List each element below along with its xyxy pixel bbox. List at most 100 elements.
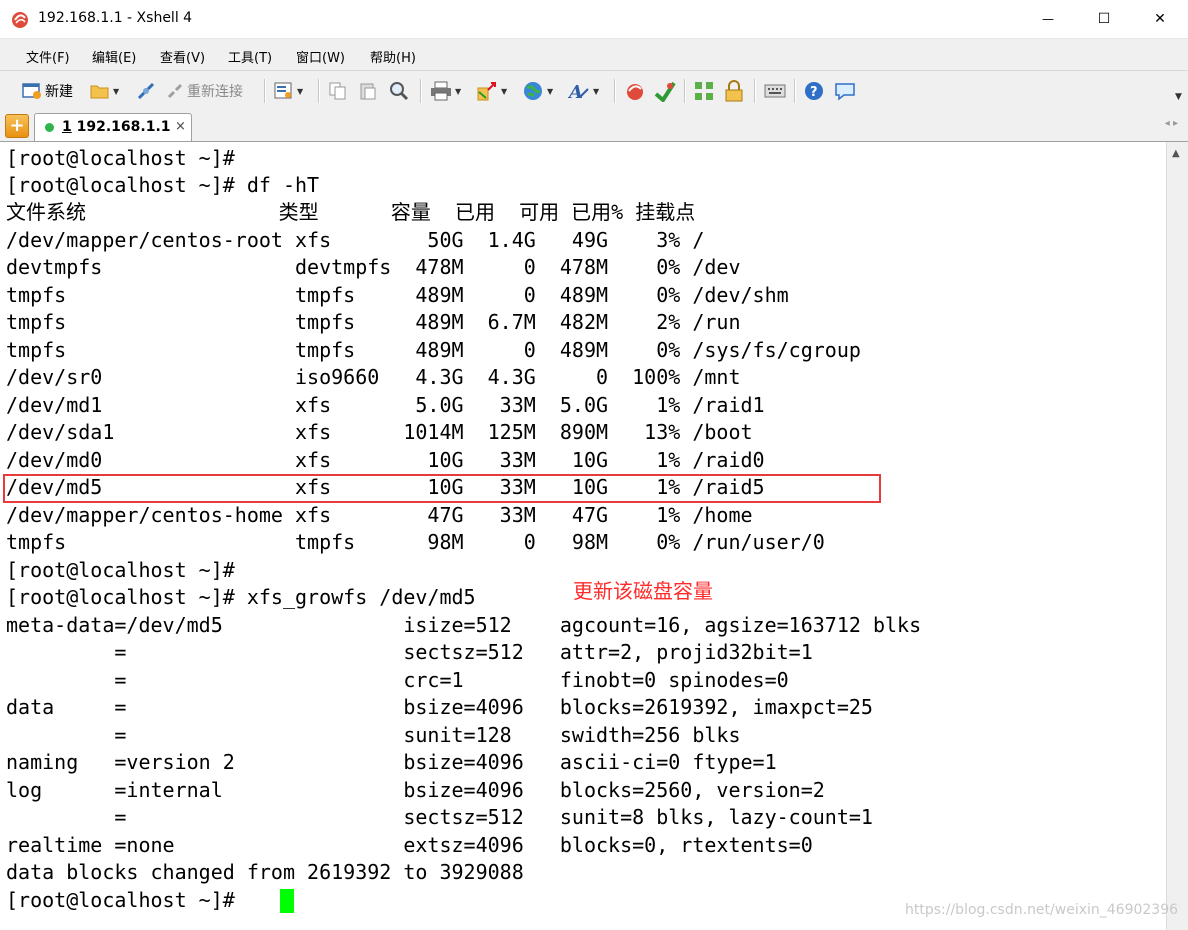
open-button[interactable]: ▼ bbox=[90, 79, 119, 103]
annotation-text: 更新该磁盘容量 bbox=[573, 579, 713, 603]
terminal-line: /dev/sr0 iso9660 4.3G 4.3G 0 100% /mnt bbox=[6, 365, 741, 389]
tab-bar: + 1 192.168.1.1 × ◂ ▸ bbox=[0, 111, 1188, 142]
minimize-button[interactable]: — bbox=[1020, 0, 1076, 38]
paste-button[interactable] bbox=[358, 79, 378, 103]
tab-close-icon[interactable]: × bbox=[175, 119, 186, 134]
terminal-line: [root@localhost ~]# bbox=[6, 888, 235, 912]
new-session-button[interactable]: 新建 bbox=[22, 79, 73, 103]
terminal-line: data blocks changed from 2619392 to 3929… bbox=[6, 860, 524, 884]
minimize-icon: — bbox=[1042, 12, 1054, 26]
tab-label: 1 192.168.1.1 bbox=[62, 119, 171, 135]
font-icon: A bbox=[568, 82, 589, 102]
copy-icon bbox=[329, 82, 346, 100]
close-icon: ✕ bbox=[1154, 11, 1166, 27]
properties-button[interactable]: ▼ bbox=[274, 79, 303, 103]
menu-tools[interactable]: 工具(T) bbox=[228, 47, 272, 66]
terminal-line: = sectsz=512 attr=2, projid32bit=1 bbox=[6, 640, 813, 664]
terminal-output[interactable]: [root@localhost ~]# [root@localhost ~]# … bbox=[0, 142, 1166, 930]
terminal-line: data = bsize=4096 blocks=2619392, imaxpc… bbox=[6, 695, 873, 719]
window-title: 192.168.1.1 - Xshell 4 bbox=[38, 10, 193, 26]
terminal-line: naming =version 2 bsize=4096 ascii-ci=0 … bbox=[6, 750, 777, 774]
terminal-line: tmpfs tmpfs 489M 0 489M 0% /sys/fs/cgrou… bbox=[6, 338, 861, 362]
new-tab-button[interactable]: + bbox=[5, 114, 29, 138]
terminal-line: realtime =none extsz=4096 blocks=0, rtex… bbox=[6, 833, 813, 857]
connect-button[interactable] bbox=[136, 79, 156, 103]
xshell-button[interactable] bbox=[624, 79, 646, 103]
keyboard-button[interactable] bbox=[764, 79, 786, 103]
keyboard-icon bbox=[764, 84, 786, 98]
terminal-line: /dev/mapper/centos-home xfs 47G 33M 47G … bbox=[6, 503, 753, 527]
close-button[interactable]: ✕ bbox=[1132, 0, 1188, 38]
help-button[interactable]: ? bbox=[804, 79, 824, 103]
terminal-line: [root@localhost ~]# bbox=[6, 146, 235, 170]
xshell-logo-icon bbox=[12, 12, 28, 28]
terminal-line: [root@localhost ~]# bbox=[6, 558, 235, 582]
reconnect-button[interactable]: 重新连接 bbox=[166, 79, 243, 103]
copy-button[interactable] bbox=[328, 79, 348, 103]
print-button[interactable]: ▼ bbox=[430, 79, 461, 103]
menu-bar: 文件(F) 编辑(E) 查看(V) 工具(T) 窗口(W) 帮助(H) bbox=[0, 39, 1188, 71]
globe-button[interactable]: ▼ bbox=[522, 79, 553, 103]
connect-icon bbox=[137, 82, 155, 100]
menu-help[interactable]: 帮助(H) bbox=[370, 47, 416, 66]
raid5-highlight-box bbox=[3, 474, 881, 503]
transfer-button[interactable]: ▼ bbox=[476, 79, 507, 103]
folder-icon bbox=[90, 85, 109, 99]
tab-session-1[interactable]: 1 192.168.1.1 × bbox=[34, 113, 192, 141]
menu-view[interactable]: 查看(V) bbox=[160, 47, 205, 66]
toolbar-overflow-button[interactable]: ▼ bbox=[1172, 85, 1182, 109]
globe-icon bbox=[524, 82, 542, 100]
terminal-line: = sectsz=512 sunit=8 blks, lazy-count=1 bbox=[6, 805, 873, 829]
printer-icon bbox=[431, 81, 451, 101]
terminal-line: /dev/md0 xfs 10G 33M 10G 1% /raid0 bbox=[6, 448, 765, 472]
terminal-line: = crc=1 finobt=0 spinodes=0 bbox=[6, 668, 789, 692]
scroll-up-icon[interactable]: ▲ bbox=[1172, 148, 1180, 159]
title-bar: 192.168.1.1 - Xshell 4 — ☐ ✕ bbox=[0, 0, 1188, 39]
new-session-icon bbox=[22, 83, 41, 99]
terminal-line: tmpfs tmpfs 489M 6.7M 482M 2% /run bbox=[6, 310, 741, 334]
terminal-line: /dev/sda1 xfs 1014M 125M 890M 13% /boot bbox=[6, 420, 753, 444]
chat-bubble-icon bbox=[835, 83, 855, 101]
search-icon bbox=[390, 82, 409, 101]
terminal-line: = sunit=128 swidth=256 blks bbox=[6, 723, 741, 747]
terminal-line: /dev/md1 xfs 5.0G 33M 5.0G 1% /raid1 bbox=[6, 393, 765, 417]
terminal-line: log =internal bsize=4096 blocks=2560, ve… bbox=[6, 778, 825, 802]
terminal-line: tmpfs tmpfs 489M 0 489M 0% /dev/shm bbox=[6, 283, 789, 307]
terminal-cursor bbox=[280, 889, 294, 913]
xftp-button[interactable] bbox=[654, 79, 676, 103]
properties-icon bbox=[274, 82, 292, 99]
find-button[interactable] bbox=[388, 79, 410, 103]
xshell-icon bbox=[627, 84, 643, 100]
svg-text:A: A bbox=[568, 82, 583, 102]
font-button[interactable]: A ▼ bbox=[568, 79, 599, 103]
menu-window[interactable]: 窗口(W) bbox=[296, 47, 345, 66]
terminal-line: 文件系统 类型 容量 已用 可用 已用% 挂载点 bbox=[6, 200, 696, 224]
maximize-button[interactable]: ☐ bbox=[1076, 0, 1132, 38]
terminal-scrollbar[interactable]: ▲ bbox=[1166, 142, 1188, 930]
reconnect-label: 重新连接 bbox=[187, 84, 243, 100]
transfer-icon bbox=[477, 82, 496, 101]
terminal-line: meta-data=/dev/md5 isize=512 agcount=16,… bbox=[6, 613, 922, 637]
svg-text:?: ? bbox=[810, 85, 818, 100]
paste-icon bbox=[360, 83, 376, 100]
watermark: https://blog.csdn.net/weixin_46902396 bbox=[905, 902, 1179, 918]
chat-button[interactable] bbox=[834, 79, 856, 103]
lock-icon bbox=[725, 80, 743, 102]
fullscreen-icon bbox=[695, 82, 713, 100]
tab-nav-arrows[interactable]: ◂ ▸ bbox=[1165, 118, 1178, 129]
terminal-line: tmpfs tmpfs 98M 0 98M 0% /run/user/0 bbox=[6, 530, 825, 554]
reconnect-icon bbox=[167, 83, 183, 99]
maximize-icon: ☐ bbox=[1097, 11, 1111, 27]
toolbar: 新建 ▼ 重新连接 ▼ ▼ ▼ ▼ A ▼ ? ▼ bbox=[0, 71, 1188, 112]
terminal-line: [root@localhost ~]# xfs_growfs /dev/md5 bbox=[6, 585, 476, 609]
terminal-line: /dev/mapper/centos-root xfs 50G 1.4G 49G… bbox=[6, 228, 705, 252]
add-icon: + bbox=[9, 115, 25, 136]
menu-file[interactable]: 文件(F) bbox=[26, 47, 70, 66]
lock-button[interactable] bbox=[724, 79, 744, 103]
menu-edit[interactable]: 编辑(E) bbox=[92, 47, 136, 66]
help-icon: ? bbox=[805, 82, 823, 100]
connected-status-icon bbox=[45, 123, 54, 132]
new-session-label: 新建 bbox=[45, 84, 73, 100]
fullscreen-button[interactable] bbox=[694, 79, 714, 103]
terminal-line: devtmpfs devtmpfs 478M 0 478M 0% /dev bbox=[6, 255, 741, 279]
